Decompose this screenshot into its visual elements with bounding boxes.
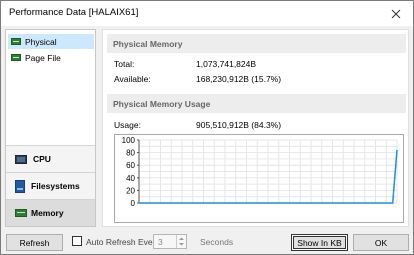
tree-item-label: Page File [25, 52, 61, 63]
y-tick-label: 40 [126, 174, 135, 183]
usage-header: Physical Memory Usage [107, 94, 406, 113]
show-in-kb-button[interactable]: Show In KB [291, 234, 348, 251]
auto-refresh-checkbox[interactable] [72, 236, 82, 246]
tree-item-page-file[interactable]: Page File [8, 50, 64, 65]
tree-item-label: Physical [25, 36, 57, 47]
interval-value: 3 [158, 237, 163, 247]
sidebar: Physical Page File CPU Filesystems Memor… [5, 29, 96, 227]
memory-chip-icon [11, 54, 21, 61]
total-value: 1,073,741,824B [196, 59, 257, 69]
close-button[interactable] [379, 1, 413, 26]
filesystem-icon [15, 179, 25, 193]
close-icon [391, 9, 401, 18]
usage-value: 905,510,912B (84.3%) [196, 120, 282, 130]
memory-usage-chart: 100 80 60 40 20 0 [114, 134, 404, 223]
y-tick-label: 80 [126, 149, 135, 158]
usage-label: Usage: [114, 120, 141, 130]
memory-usage-chart-svg: 100 80 60 40 20 0 [122, 136, 398, 208]
y-tick-label: 100 [122, 136, 136, 145]
memory-chip-icon [11, 38, 21, 45]
category-cpu[interactable]: CPU [6, 145, 95, 172]
auto-refresh-label: Auto Refresh Every [86, 237, 160, 247]
refresh-button[interactable]: Refresh [6, 234, 63, 251]
category-filesystems[interactable]: Filesystems [6, 172, 95, 199]
y-tick-label: 60 [126, 161, 135, 170]
tree-item-physical[interactable]: Physical [8, 34, 94, 49]
interval-spinner[interactable]: 3 [153, 234, 187, 249]
performance-data-window: Performance Data [HALAIX61] Physical Pag… [0, 0, 414, 255]
y-tick-label: 20 [126, 186, 135, 195]
cpu-icon [15, 154, 27, 164]
category-label: Memory [31, 208, 64, 218]
spinner-buttons[interactable] [176, 235, 186, 248]
content-panel: Physical Memory Total: 1,073,741,824B Av… [102, 29, 409, 227]
seconds-label: Seconds [200, 237, 234, 247]
y-tick-label: 0 [131, 199, 136, 208]
total-label: Total: [114, 59, 135, 69]
window-title: Performance Data [HALAIX61] [9, 7, 139, 18]
physical-memory-header: Physical Memory [107, 34, 406, 53]
ok-button[interactable]: OK [353, 234, 409, 251]
available-label: Available: [114, 74, 151, 84]
spinner-arrows-icon [179, 237, 184, 246]
category-label: Filesystems [31, 181, 80, 191]
category-memory[interactable]: Memory [6, 199, 95, 226]
bottom-bar: Refresh Auto Refresh Every 3 Seconds Sho… [1, 231, 413, 255]
category-label: CPU [33, 154, 51, 164]
memory-icon [15, 209, 27, 217]
available-value: 168,230,912B (15.7%) [196, 74, 282, 84]
title-bar: Performance Data [HALAIX61] [1, 1, 413, 26]
